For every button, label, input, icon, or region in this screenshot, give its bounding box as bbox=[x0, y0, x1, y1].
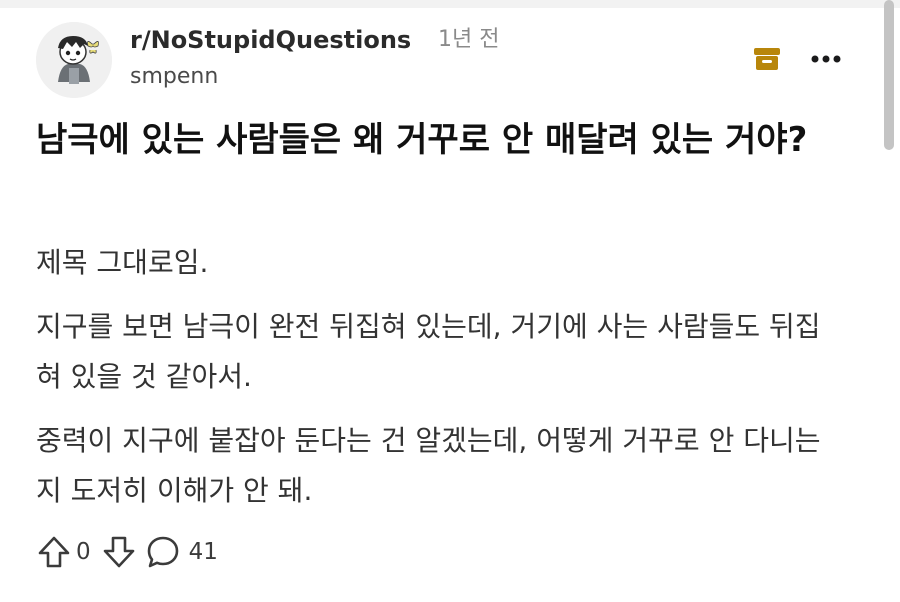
archive-icon[interactable] bbox=[752, 46, 782, 72]
vote-count: 0 bbox=[76, 539, 91, 565]
avatar-illustration bbox=[36, 22, 112, 98]
username[interactable]: smpenn bbox=[130, 62, 218, 92]
post-body-paragraph: 지구를 보면 남극이 완전 뒤집혀 있는데, 거기에 사는 사람들도 뒤집혀 있… bbox=[36, 310, 821, 393]
subreddit-name[interactable]: r/NoStupidQuestions bbox=[130, 24, 411, 56]
post-actions: 0 41 bbox=[36, 532, 218, 572]
more-options-icon[interactable] bbox=[806, 46, 846, 72]
post-title[interactable]: 남극에 있는 사람들은 왜 거꾸로 안 매달려 있는 거야? bbox=[36, 112, 846, 168]
avatar[interactable] bbox=[36, 22, 112, 98]
scrollbar-thumb[interactable] bbox=[884, 0, 894, 150]
top-bar bbox=[0, 0, 900, 8]
post-time: 1년 전 bbox=[438, 27, 500, 52]
post-body-paragraph: 제목 그대로임. bbox=[36, 246, 209, 279]
comment-bubble-icon[interactable] bbox=[145, 534, 181, 570]
post-body-paragraph: 중력이 지구에 붙잡아 둔다는 건 알겠는데, 어떻게 거꾸로 안 다니는지 도… bbox=[36, 424, 821, 507]
downvote-arrow-icon[interactable] bbox=[101, 534, 137, 570]
comment-count[interactable]: 41 bbox=[189, 532, 218, 572]
upvote-arrow-icon[interactable] bbox=[36, 534, 72, 570]
